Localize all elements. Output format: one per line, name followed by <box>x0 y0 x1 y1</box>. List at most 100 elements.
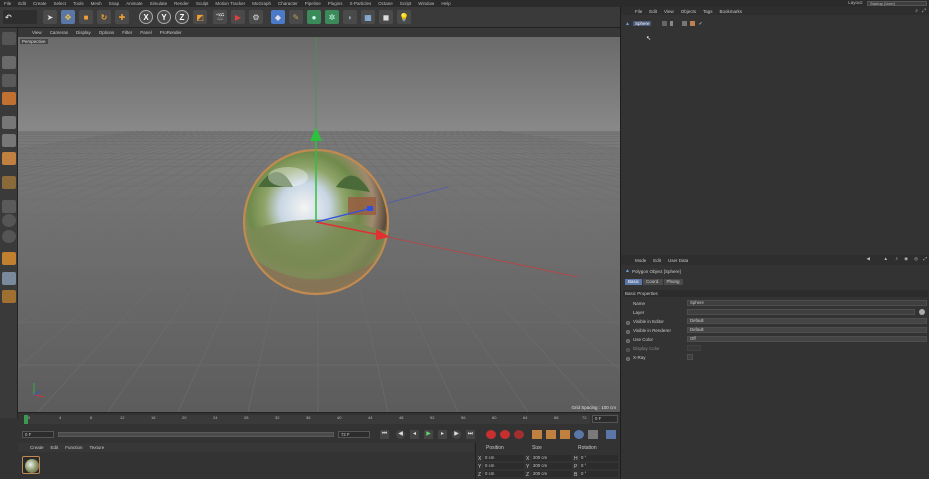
live-selection-button[interactable]: ➤ <box>43 10 57 24</box>
menu-script[interactable]: Script <box>400 1 412 6</box>
record-pla-button[interactable] <box>588 430 598 439</box>
animation-dot-icon[interactable] <box>626 320 630 325</box>
viewport-menu-cameras[interactable]: Cameras <box>50 30 68 35</box>
x-axis-lock-button[interactable]: X <box>139 10 153 24</box>
solo-button[interactable] <box>2 214 16 227</box>
rotation-p-field[interactable]: 0 ° <box>580 463 618 469</box>
attributes-menu-edit[interactable]: Edit <box>653 258 661 263</box>
floor-button[interactable]: ▦ <box>361 10 375 24</box>
objects-menu-bookmarks[interactable]: Bookmarks <box>720 9 743 14</box>
record-parameter-button[interactable] <box>574 430 584 439</box>
keyframe-selection-button[interactable] <box>514 430 524 439</box>
bend-deformer-button[interactable]: ◗ <box>343 10 357 24</box>
viewport-menu-view[interactable]: View <box>32 30 42 35</box>
layout-select[interactable]: Startup (User) <box>867 1 927 6</box>
material-tag-icon[interactable] <box>690 21 696 26</box>
record-position-button[interactable] <box>532 430 542 439</box>
expand-icon[interactable]: ⤢ <box>923 256 927 261</box>
texture-mode-button[interactable] <box>2 74 16 87</box>
array-button[interactable]: ✲ <box>325 10 339 24</box>
use-color-select[interactable]: Off <box>687 336 927 342</box>
menu-animate[interactable]: Animate <box>126 1 143 6</box>
object-name[interactable]: Sphere <box>632 21 652 26</box>
menu-help[interactable]: Help <box>441 1 450 6</box>
menu-file[interactable]: File <box>4 1 11 6</box>
go-to-start-button[interactable]: ⏮ <box>380 430 389 439</box>
back-arrow-icon[interactable]: ◀ <box>867 256 870 262</box>
material-menu-create[interactable]: Create <box>30 445 44 450</box>
render-view-button[interactable]: 🎬 <box>213 10 227 24</box>
visible-in-editor-select[interactable]: Default <box>687 318 927 324</box>
sculpt-button[interactable] <box>2 252 16 265</box>
menu-motion-tracker[interactable]: Motion Tracker <box>215 1 245 6</box>
record-button[interactable] <box>486 430 496 439</box>
model-mode-button[interactable] <box>2 56 16 69</box>
snap-button[interactable] <box>2 230 16 243</box>
phong-tag-icon[interactable] <box>682 21 688 26</box>
play-button[interactable]: ▶ <box>424 430 433 439</box>
menu-simulate[interactable]: Simulate <box>150 1 168 6</box>
layer-button[interactable] <box>2 272 16 285</box>
lock-icon[interactable]: ◉ <box>904 256 908 262</box>
menu-tools[interactable]: Tools <box>73 1 84 6</box>
size-x-field[interactable]: 200 cm <box>532 455 572 461</box>
position-y-field[interactable]: 0 cm <box>484 463 524 469</box>
recent-tools-button[interactable]: ✚ <box>115 10 129 24</box>
menu-render[interactable]: Render <box>174 1 189 6</box>
menu-x-particles[interactable]: X-Particles <box>350 1 372 6</box>
next-frame-button[interactable]: ▸ <box>438 430 447 439</box>
layer-picker-icon[interactable] <box>919 309 925 315</box>
material-swatch[interactable] <box>22 456 40 474</box>
menu-create[interactable]: Create <box>33 1 47 6</box>
menu-select[interactable]: Select <box>54 1 67 6</box>
objects-menu-edit[interactable]: Edit <box>649 9 657 14</box>
viewport-menu-display[interactable]: Display <box>76 30 91 35</box>
visibility-dots[interactable] <box>670 21 674 26</box>
perspective-viewport[interactable]: Perspective Grid Spacing : 100 cm <box>18 37 620 412</box>
pen-spline-button[interactable]: ✎ <box>289 10 303 24</box>
objects-menu-file[interactable]: File <box>635 9 642 14</box>
animation-dot-icon[interactable] <box>626 356 630 361</box>
preview-range-slider[interactable] <box>58 432 334 437</box>
xpresso-button[interactable] <box>2 290 16 303</box>
material-menu-function[interactable]: Function <box>65 445 82 450</box>
go-to-end-button[interactable]: ⏭ <box>466 430 475 439</box>
z-axis-lock-button[interactable]: Z <box>175 10 189 24</box>
xray-checkbox[interactable] <box>687 354 693 360</box>
material-menu-texture[interactable]: Texture <box>90 445 105 450</box>
axis-mode-button[interactable] <box>2 176 16 189</box>
record-scale-button[interactable] <box>546 430 556 439</box>
animation-dot-icon[interactable] <box>626 329 630 334</box>
animation-dot-icon[interactable] <box>626 338 630 343</box>
attributes-menu-mode[interactable]: Mode <box>635 258 646 263</box>
menu-octane[interactable]: Octane <box>378 1 393 6</box>
menu-character[interactable]: Character <box>278 1 298 6</box>
viewport-menu-filter[interactable]: Filter <box>122 30 132 35</box>
previous-key-button[interactable]: ◀ <box>396 430 405 439</box>
previous-frame-button[interactable]: ◂ <box>410 430 419 439</box>
coordinate-system-button[interactable]: ◩ <box>193 10 207 24</box>
tweak-mode-button[interactable] <box>2 200 16 213</box>
material-menu-edit[interactable]: Edit <box>51 445 59 450</box>
next-key-button[interactable]: ▶ <box>452 430 461 439</box>
search-icon[interactable]: ⌕ <box>895 256 898 261</box>
objects-menu-objects[interactable]: Objects <box>681 9 696 14</box>
undo-button[interactable]: ↶ <box>3 10 37 24</box>
record-rotation-button[interactable] <box>560 430 570 439</box>
menu-sculpt[interactable]: Sculpt <box>196 1 209 6</box>
menu-plugins[interactable]: Plugins <box>328 1 343 6</box>
expand-icon[interactable]: ⤢ <box>922 8 926 14</box>
tab-phong[interactable]: Phong <box>663 279 683 285</box>
points-mode-button[interactable] <box>2 116 16 129</box>
search-icon[interactable]: ⌕ <box>915 8 918 14</box>
edges-mode-button[interactable] <box>2 134 16 147</box>
name-field[interactable]: Sphere <box>687 300 927 306</box>
subdivision-surface-button[interactable]: ● <box>307 10 321 24</box>
gizmo-z-handle[interactable] <box>367 206 373 211</box>
y-axis-lock-button[interactable]: Y <box>157 10 171 24</box>
start-frame-field[interactable]: 0 F <box>22 431 54 438</box>
menu-window[interactable]: Window <box>418 1 434 6</box>
move-tool-button[interactable]: ✥ <box>61 10 75 24</box>
visible-in-renderer-select[interactable]: Default <box>687 327 927 333</box>
check-icon[interactable]: ✓ <box>698 21 702 27</box>
